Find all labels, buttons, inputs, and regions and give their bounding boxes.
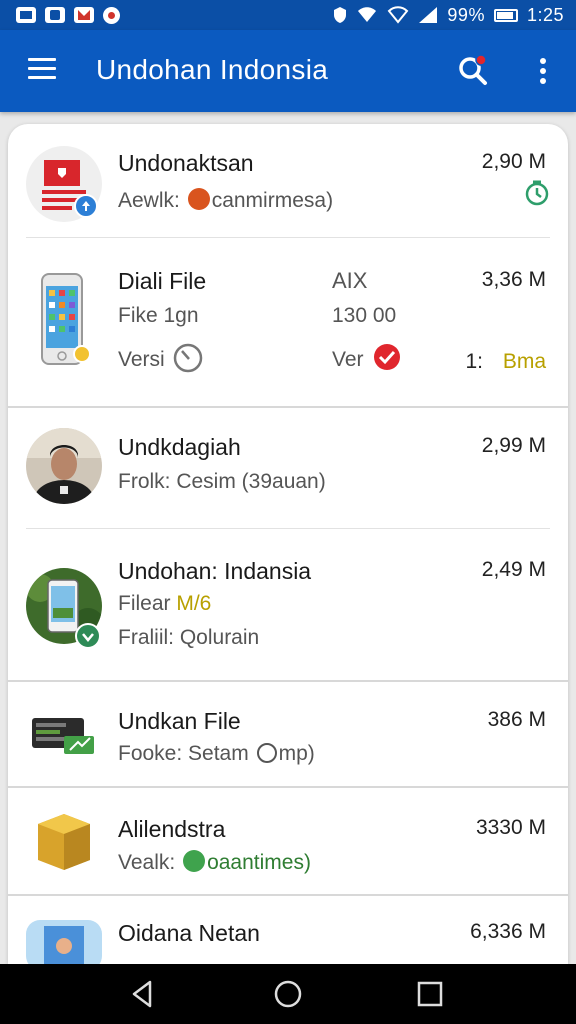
video-file-icon <box>32 718 94 754</box>
file-subtitle: Aewlk: canmirmesa) <box>118 188 333 213</box>
photo-notification-icon <box>16 7 36 23</box>
file-subtitle: Fooke: Setam mp) <box>118 742 315 766</box>
clock-icon[interactable] <box>172 342 204 374</box>
mail-notification-icon <box>74 7 94 23</box>
file-subtitle-2: Fraliil: Qolurain <box>118 626 260 649</box>
extra-prefix: 1: <box>465 350 483 373</box>
sync-status-icon[interactable] <box>524 180 550 206</box>
list-item[interactable]: Undohan: Indansia 2,49 M Filear M/6 Fral… <box>8 530 568 680</box>
archive-box-icon <box>38 814 90 870</box>
version-label-2: Ver <box>332 348 364 371</box>
battery-icon <box>493 8 518 22</box>
menu-icon[interactable] <box>28 58 56 80</box>
file-size: 386 M <box>487 708 546 731</box>
subtitle-label: Fooke: Setam <box>118 742 249 765</box>
column-header: AIX <box>332 268 368 293</box>
user-dot-icon <box>183 850 206 872</box>
file-name: Undkdagiah <box>118 434 241 460</box>
gallery-notification-icon <box>45 7 65 23</box>
back-triangle-icon[interactable] <box>126 978 160 1010</box>
home-circle-icon[interactable] <box>271 978 305 1010</box>
subtitle-value: mp) <box>278 742 315 765</box>
file-name: Undkan File <box>118 708 241 734</box>
subtitle-label: Filear <box>118 592 171 615</box>
phone-thumbnail <box>41 273 90 365</box>
file-name: Alilendstra <box>118 816 226 842</box>
download-badge-icon <box>75 623 101 649</box>
file-subtitle: Filear M/6 <box>118 592 211 616</box>
verified-check-icon[interactable] <box>372 342 402 372</box>
signal-icon <box>419 7 438 23</box>
search-icon[interactable] <box>456 54 490 88</box>
version-label-text: Versi <box>118 348 165 371</box>
notification-icons <box>16 6 120 24</box>
file-size: 3,36 M <box>481 268 546 291</box>
app-title: Undohan Indonsia <box>96 54 329 85</box>
extra-value-text: Bma <box>502 350 546 373</box>
recents-square-icon[interactable] <box>412 978 446 1010</box>
file-size: 2,49 M <box>481 558 546 581</box>
user-dot-icon <box>187 188 210 210</box>
image-thumbnail <box>26 920 102 964</box>
app-bar: Undohan Indonsia <box>0 30 576 112</box>
list-item[interactable]: Alilendstra 3330 M Vealk: oaantimes) <box>8 788 568 894</box>
divider <box>26 528 550 529</box>
file-subtitle: Vealk: oaantimes) <box>118 850 311 875</box>
upload-badge-icon <box>74 194 98 218</box>
at-symbol-icon <box>256 743 277 763</box>
wifi-icon <box>358 7 377 22</box>
subtitle-value: M/6 <box>176 592 212 615</box>
file-name: Diali File <box>118 268 207 294</box>
file-size: 6,336 M <box>470 920 546 943</box>
file-subtitle: Frolk: Cesim (39auan) <box>118 470 326 493</box>
subtitle-label: Aewlk: <box>118 189 180 212</box>
file-size: 2,90 M <box>481 150 546 173</box>
list-item[interactable]: Undkdagiah 2,99 M Frolk: Cesim (39auan) <box>8 408 568 528</box>
user-avatar <box>26 428 102 504</box>
wifi-calling-icon <box>388 6 409 24</box>
subtitle-value: oaantimes) <box>207 851 311 874</box>
status-bar: 99% 1:25 <box>0 0 576 30</box>
column-value: 130 00 <box>332 304 397 327</box>
battery-percent: 99% <box>447 4 485 25</box>
file-subtitle: Fike 1gn <box>118 304 199 327</box>
file-name: Undonaktsan <box>118 150 254 176</box>
system-icons: 99% 1:25 <box>333 5 564 26</box>
subtitle-value: canmirmesa) <box>211 189 334 212</box>
file-size: 2,99 M <box>481 434 546 457</box>
clock: 1:25 <box>526 4 564 25</box>
list-item[interactable]: Diali File AIX 3,36 M Fike 1gn 130 00 Ve… <box>8 238 568 406</box>
file-size: 3330 M <box>475 816 546 839</box>
extra-value: 1: Bma <box>465 350 546 374</box>
shield-icon <box>334 7 347 23</box>
file-name: Oidana Netan <box>118 920 260 946</box>
list-item[interactable]: Oidana Netan 6,336 M <box>8 896 568 964</box>
more-vert-icon[interactable] <box>534 56 552 86</box>
list-item[interactable]: Undonaktsan 2,90 M Aewlk: canmirmesa) <box>8 124 568 238</box>
list-item[interactable]: Undkan File 386 M Fooke: Setam mp) <box>8 682 568 786</box>
subtitle-label: Vealk: <box>118 851 176 874</box>
file-list: Undonaktsan 2,90 M Aewlk: canmirmesa) Di… <box>8 124 568 964</box>
file-name: Undohan: Indansia <box>118 558 312 584</box>
version-label: Versi <box>118 348 165 372</box>
navigation-bar <box>0 964 576 1024</box>
app-notification-icon <box>103 6 120 24</box>
